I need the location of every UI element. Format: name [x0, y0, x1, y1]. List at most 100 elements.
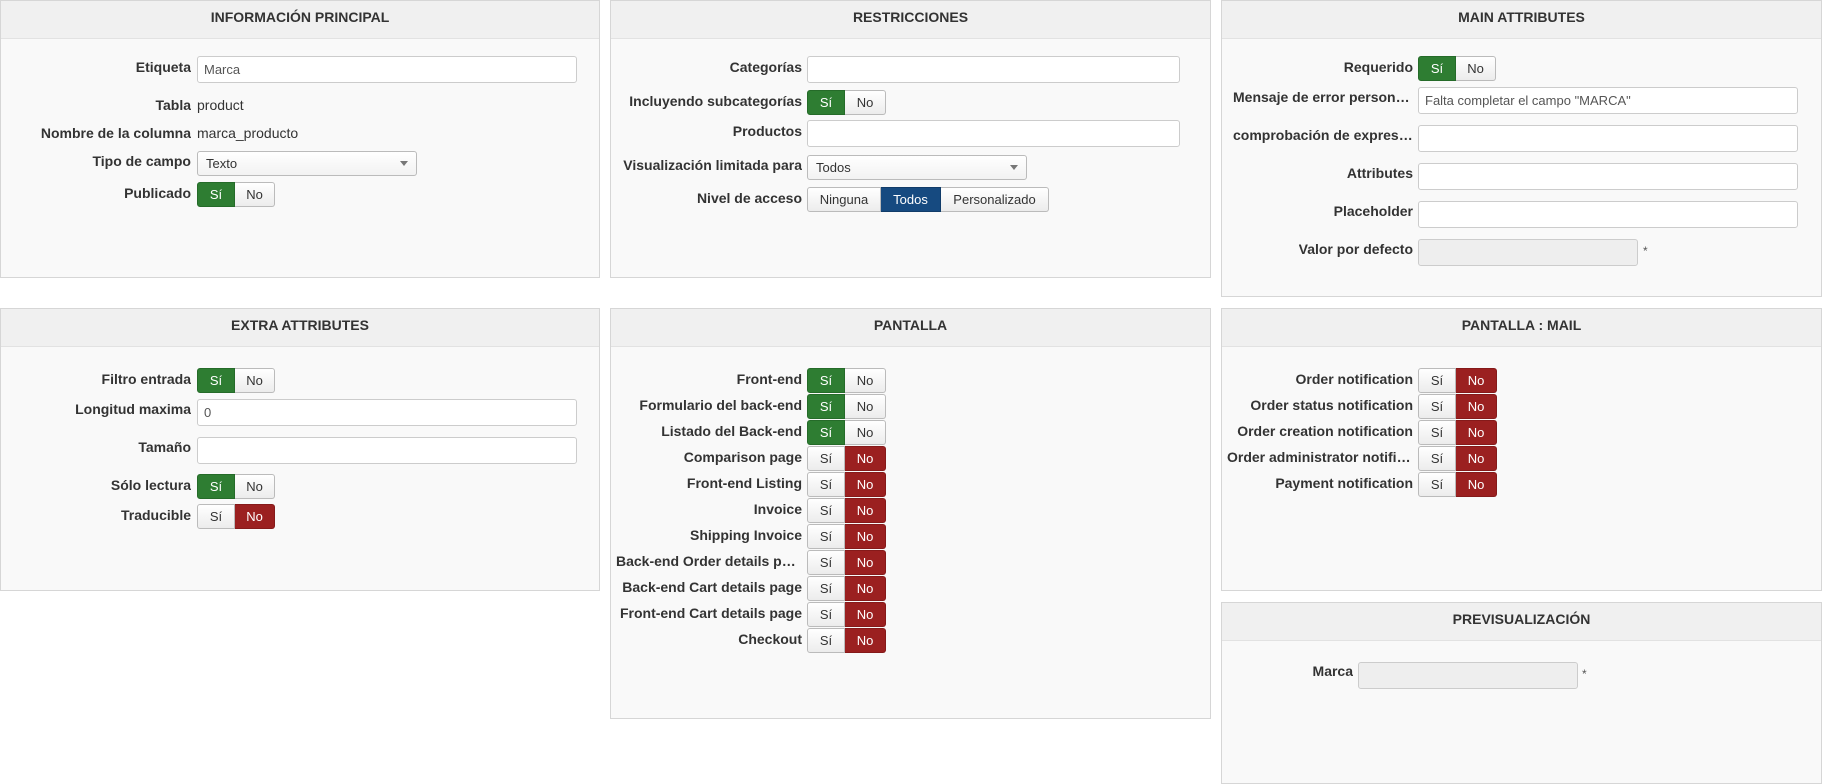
filtro-entrada-label: Filtro entrada: [101, 371, 191, 387]
longitud-input[interactable]: 0: [197, 399, 577, 426]
placeholder-input[interactable]: [1418, 201, 1798, 228]
panel-previsualizacion: PREVISUALIZACIÓN Marca *: [1221, 602, 1822, 784]
requerido-yes-button[interactable]: Sí: [1418, 56, 1456, 81]
requerido-no-button[interactable]: No: [1456, 56, 1496, 81]
solo-lectura-toggle[interactable]: Sí No: [197, 474, 275, 499]
nivel-personalizado-button[interactable]: Personalizado: [941, 187, 1049, 212]
tipo-campo-label: Tipo de campo: [92, 153, 191, 169]
nivel-todos-button[interactable]: Todos: [881, 187, 941, 212]
pantalla-no-button[interactable]: No: [845, 368, 886, 393]
panel-extra-attributes: EXTRA ATTRIBUTES Filtro entrada Sí No Lo…: [0, 308, 600, 591]
panel-pantalla: PANTALLA Front-end Sí No Formulario del bac…: [610, 308, 1211, 719]
mail-row-toggle[interactable]: Sí No: [1418, 446, 1497, 471]
pantalla-row-label: Back-end Cart details page: [622, 579, 802, 595]
filtro-entrada-toggle[interactable]: Sí No: [197, 368, 275, 393]
mail-no-button[interactable]: No: [1456, 420, 1497, 445]
solo-lectura-yes-button[interactable]: Sí: [197, 474, 235, 499]
visualizacion-value: Todos: [816, 160, 851, 175]
panel-main-attributes: MAIN ATTRIBUTES Requerido Sí No Mensaje …: [1221, 0, 1822, 297]
pantalla-no-button[interactable]: No: [845, 420, 886, 445]
mail-row-toggle[interactable]: Sí No: [1418, 472, 1497, 497]
pantalla-yes-button[interactable]: Sí: [807, 498, 845, 523]
mail-yes-button[interactable]: Sí: [1418, 368, 1456, 393]
pantalla-no-button[interactable]: No: [845, 498, 886, 523]
mail-no-button[interactable]: No: [1456, 394, 1497, 419]
traducible-no-button[interactable]: No: [235, 504, 275, 529]
pantalla-row-toggle[interactable]: Sí No: [807, 524, 886, 549]
mail-yes-button[interactable]: Sí: [1418, 446, 1456, 471]
valor-defecto-label: Valor por defecto: [1298, 241, 1413, 257]
mail-row-label: Order notification: [1295, 371, 1413, 387]
mail-row-toggle[interactable]: Sí No: [1418, 394, 1497, 419]
pantalla-no-button[interactable]: No: [845, 602, 886, 627]
mail-no-button[interactable]: No: [1456, 368, 1497, 393]
pantalla-row-label: Back-end Order details page: [616, 553, 802, 569]
pantalla-no-button[interactable]: No: [845, 628, 886, 653]
pantalla-yes-button[interactable]: Sí: [807, 602, 845, 627]
tipo-campo-select[interactable]: Texto: [197, 151, 417, 176]
requerido-label: Requerido: [1343, 59, 1413, 75]
solo-lectura-no-button[interactable]: No: [235, 474, 275, 499]
pantalla-no-button[interactable]: No: [845, 472, 886, 497]
pantalla-row-label: Checkout: [738, 631, 802, 647]
panel-title: RESTRICCIONES: [611, 1, 1210, 39]
publicado-yes-button[interactable]: Sí: [197, 182, 235, 207]
pantalla-row-toggle[interactable]: Sí No: [807, 550, 886, 575]
attributes-input[interactable]: [1418, 163, 1798, 190]
pantalla-no-button[interactable]: No: [845, 576, 886, 601]
nivel-ninguna-button[interactable]: Ninguna: [807, 187, 881, 212]
visualizacion-select[interactable]: Todos: [807, 155, 1027, 180]
pantalla-row-toggle[interactable]: Sí No: [807, 472, 886, 497]
pantalla-yes-button[interactable]: Sí: [807, 628, 845, 653]
etiqueta-input[interactable]: Marca: [197, 56, 577, 83]
pantalla-no-button[interactable]: No: [845, 394, 886, 419]
preview-marca-input[interactable]: [1358, 662, 1578, 689]
mail-no-button[interactable]: No: [1456, 472, 1497, 497]
mail-yes-button[interactable]: Sí: [1418, 394, 1456, 419]
pantalla-row-toggle[interactable]: Sí No: [807, 420, 886, 445]
mail-yes-button[interactable]: Sí: [1418, 472, 1456, 497]
regex-input[interactable]: [1418, 125, 1798, 152]
mail-row-toggle[interactable]: Sí No: [1418, 368, 1497, 393]
categorias-input[interactable]: [807, 56, 1180, 83]
pantalla-no-button[interactable]: No: [845, 550, 886, 575]
subcategorias-yes-button[interactable]: Sí: [807, 90, 845, 115]
tamano-input[interactable]: [197, 437, 577, 464]
solo-lectura-label: Sólo lectura: [110, 477, 191, 493]
valor-defecto-input[interactable]: [1418, 239, 1638, 266]
pantalla-yes-button[interactable]: Sí: [807, 472, 845, 497]
subcategorias-toggle[interactable]: Sí No: [807, 90, 886, 115]
filtro-yes-button[interactable]: Sí: [197, 368, 235, 393]
pantalla-row-toggle[interactable]: Sí No: [807, 394, 886, 419]
requerido-toggle[interactable]: Sí No: [1418, 56, 1496, 81]
pantalla-row-toggle[interactable]: Sí No: [807, 368, 886, 393]
pantalla-no-button[interactable]: No: [845, 524, 886, 549]
mail-yes-button[interactable]: Sí: [1418, 420, 1456, 445]
pantalla-row-toggle[interactable]: Sí No: [807, 576, 886, 601]
pantalla-row-toggle[interactable]: Sí No: [807, 602, 886, 627]
mail-row-toggle[interactable]: Sí No: [1418, 420, 1497, 445]
pantalla-yes-button[interactable]: Sí: [807, 394, 845, 419]
pantalla-row-toggle[interactable]: Sí No: [807, 498, 886, 523]
traducible-toggle[interactable]: Sí No: [197, 504, 275, 529]
pantalla-yes-button[interactable]: Sí: [807, 446, 845, 471]
pantalla-yes-button[interactable]: Sí: [807, 576, 845, 601]
pantalla-no-button[interactable]: No: [845, 446, 886, 471]
productos-input[interactable]: [807, 120, 1180, 147]
mensaje-error-input[interactable]: Falta completar el campo "MARCA": [1418, 87, 1798, 114]
pantalla-yes-button[interactable]: Sí: [807, 524, 845, 549]
publicado-toggle[interactable]: Sí No: [197, 182, 275, 207]
pantalla-yes-button[interactable]: Sí: [807, 420, 845, 445]
publicado-no-button[interactable]: No: [235, 182, 275, 207]
regex-label: comprobación de expresió...: [1233, 127, 1413, 143]
pantalla-row-toggle[interactable]: Sí No: [807, 628, 886, 653]
pantalla-row-toggle[interactable]: Sí No: [807, 446, 886, 471]
pantalla-yes-button[interactable]: Sí: [807, 368, 845, 393]
subcategorias-no-button[interactable]: No: [845, 90, 886, 115]
traducible-yes-button[interactable]: Sí: [197, 504, 235, 529]
nivel-acceso-toggle[interactable]: Ninguna Todos Personalizado: [807, 187, 1049, 212]
preview-marca-label: Marca: [1312, 663, 1353, 679]
mail-no-button[interactable]: No: [1456, 446, 1497, 471]
pantalla-yes-button[interactable]: Sí: [807, 550, 845, 575]
filtro-no-button[interactable]: No: [235, 368, 275, 393]
